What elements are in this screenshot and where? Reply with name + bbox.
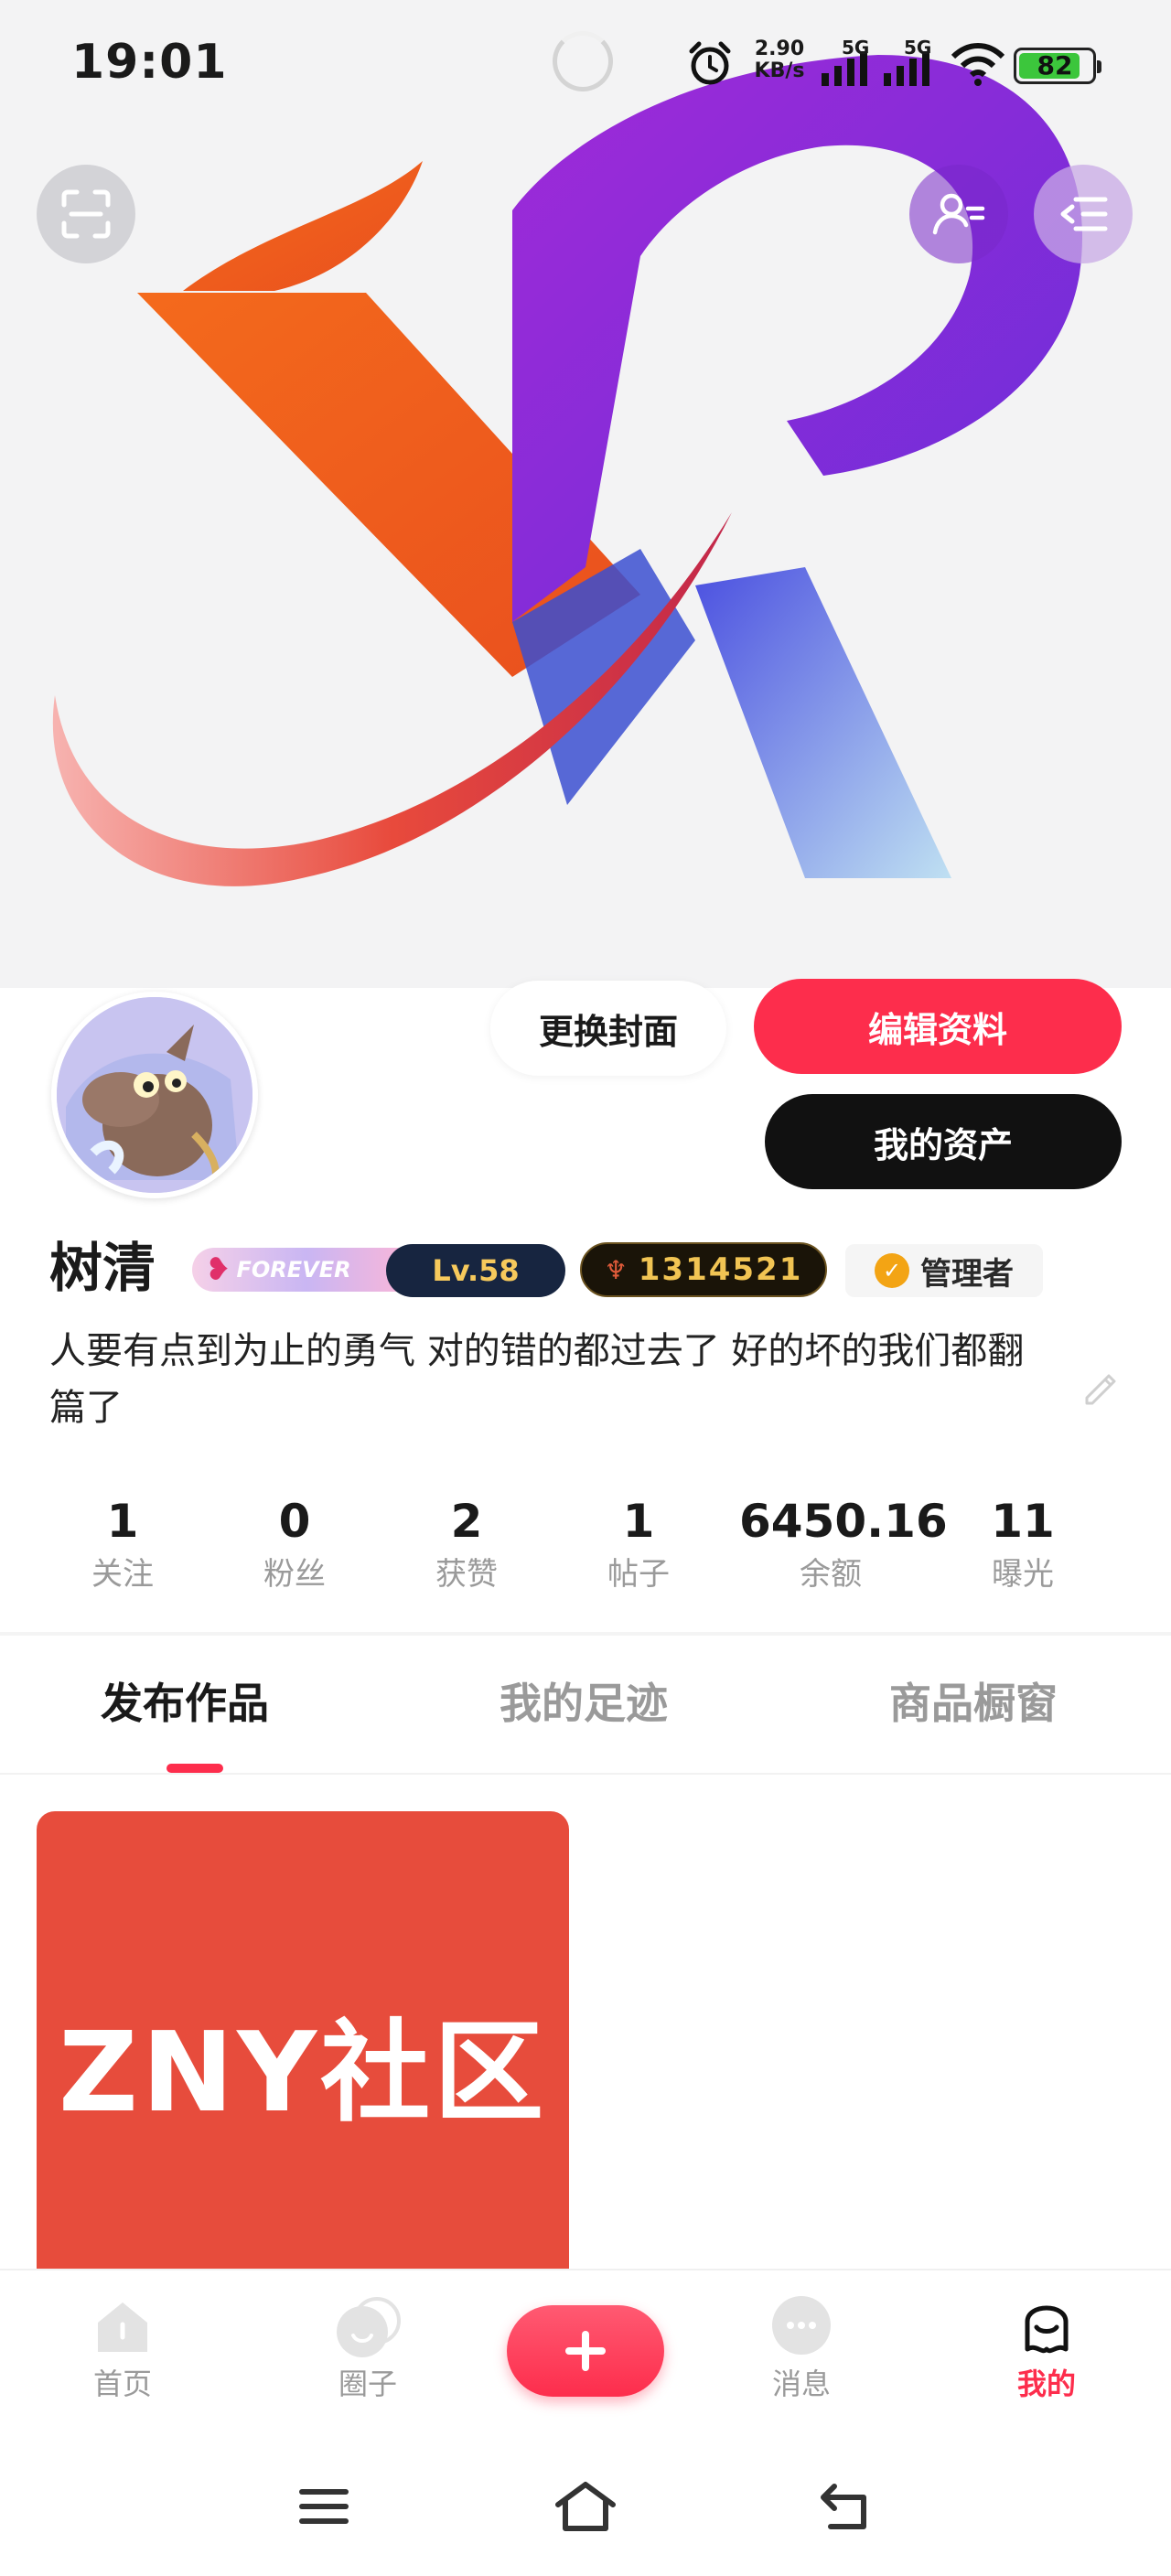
stat-value: 1 bbox=[622, 1495, 655, 1548]
post-card[interactable]: ZNY社区 bbox=[37, 1811, 569, 2287]
stat-value: 1 bbox=[106, 1495, 139, 1548]
stat-balance[interactable]: 6450.16 余额 bbox=[739, 1491, 948, 1597]
home-icon bbox=[98, 2302, 147, 2352]
profile-cover[interactable]: 19:01 2.90 KB/s 5G 5G 82 bbox=[0, 0, 1171, 988]
my-assets-button[interactable]: 我的资产 bbox=[765, 1094, 1122, 1189]
scan-icon bbox=[61, 189, 111, 239]
active-tab-indicator bbox=[167, 1764, 223, 1773]
create-post-button[interactable] bbox=[507, 2305, 664, 2397]
back-icon[interactable] bbox=[816, 2477, 875, 2536]
contacts-button[interactable] bbox=[909, 165, 1008, 263]
stat-value: 6450.16 bbox=[739, 1495, 948, 1548]
forever-badge-icon: ❥ bbox=[205, 1251, 231, 1288]
role-label: 管理者 bbox=[920, 1255, 1014, 1293]
stat-following[interactable]: 1 关注 bbox=[31, 1491, 214, 1597]
nav-profile[interactable]: 我的 bbox=[973, 2291, 1120, 2404]
edit-profile-button[interactable]: 编辑资料 bbox=[754, 979, 1122, 1074]
stat-exposure[interactable]: 11 曝光 bbox=[931, 1491, 1114, 1597]
stat-label: 余额 bbox=[800, 1556, 862, 1593]
edit-pencil-icon[interactable] bbox=[1081, 1367, 1122, 1407]
stat-label: 粉丝 bbox=[263, 1556, 326, 1593]
system-navigation-bar bbox=[0, 2444, 1171, 2576]
message-icon bbox=[772, 2296, 831, 2355]
scan-button[interactable] bbox=[37, 165, 135, 263]
forever-badge-label: FOREVER bbox=[236, 1257, 351, 1283]
cellular-signal-2: 5G bbox=[882, 37, 939, 91]
verified-shield-icon: ✓ bbox=[875, 1253, 909, 1288]
status-bar: 19:01 2.90 KB/s 5G 5G 82 bbox=[0, 0, 1171, 128]
stat-value: 0 bbox=[278, 1495, 311, 1548]
stat-label: 帖子 bbox=[607, 1556, 670, 1593]
dragon-icon: ♆ bbox=[604, 1254, 629, 1285]
change-cover-button[interactable]: 更换封面 bbox=[490, 981, 726, 1076]
circle-icon bbox=[337, 2297, 401, 2357]
network-speed: 2.90 KB/s bbox=[750, 38, 809, 82]
uid-badge[interactable]: ♆ 1314521 bbox=[580, 1242, 827, 1297]
contacts-icon bbox=[932, 193, 985, 235]
bottom-nav: 首页 圈子 消息 我的 bbox=[0, 2269, 1171, 2444]
stat-posts[interactable]: 1 帖子 bbox=[547, 1491, 730, 1597]
status-time: 19:01 bbox=[71, 35, 228, 90]
signal-1-label: 5G bbox=[842, 37, 870, 59]
nav-messages-label: 消息 bbox=[771, 2367, 831, 2401]
stat-label: 获赞 bbox=[435, 1556, 498, 1593]
profile-icon bbox=[1025, 2305, 1069, 2354]
stat-value: 11 bbox=[991, 1495, 1055, 1548]
nav-circle-label: 圈子 bbox=[338, 2367, 397, 2401]
home-nav-icon[interactable] bbox=[553, 2477, 618, 2536]
menu-icon bbox=[1060, 197, 1108, 231]
stat-likes[interactable]: 2 获赞 bbox=[375, 1491, 558, 1597]
stat-followers[interactable]: 0 粉丝 bbox=[203, 1491, 386, 1597]
username: 树清 bbox=[49, 1237, 156, 1299]
admin-badge[interactable]: ✓ 管理者 bbox=[845, 1244, 1043, 1297]
loading-spinner-icon bbox=[553, 31, 613, 91]
alarm-icon bbox=[689, 41, 731, 85]
nav-messages[interactable]: 消息 bbox=[728, 2291, 875, 2404]
recent-apps-icon[interactable] bbox=[295, 2477, 353, 2536]
stat-label: 关注 bbox=[91, 1556, 154, 1593]
battery-indicator: 82 bbox=[1014, 48, 1101, 84]
nav-home[interactable]: 首页 bbox=[49, 2291, 196, 2404]
stat-value: 2 bbox=[450, 1495, 483, 1548]
network-speed-unit: KB/s bbox=[754, 59, 805, 82]
avatar-dragon-image bbox=[57, 997, 252, 1193]
profile-tabs: 发布作品 我的足迹 商品橱窗 bbox=[0, 1636, 1171, 1775]
plus-icon bbox=[565, 2331, 606, 2371]
signal-2-label: 5G bbox=[904, 37, 932, 59]
xp-logo-icon bbox=[52, 55, 1083, 886]
tab-published-works[interactable]: 发布作品 bbox=[101, 1670, 269, 1731]
tab-my-footprints[interactable]: 我的足迹 bbox=[500, 1670, 668, 1731]
nav-home-label: 首页 bbox=[92, 2367, 152, 2401]
avatar[interactable] bbox=[51, 992, 258, 1198]
cellular-signal-1: 5G bbox=[820, 37, 876, 91]
nav-circle[interactable]: 圈子 bbox=[295, 2291, 441, 2404]
tab-product-showcase[interactable]: 商品橱窗 bbox=[889, 1670, 1058, 1731]
battery-level: 82 bbox=[1037, 50, 1073, 80]
menu-button[interactable] bbox=[1034, 165, 1133, 263]
nav-profile-label: 我的 bbox=[1016, 2367, 1076, 2401]
wifi-icon bbox=[951, 43, 1005, 86]
profile-bio[interactable]: 人要有点到为止的勇气 对的错的都过去了 好的坏的我们都翻篇了 bbox=[49, 1323, 1056, 1436]
profile-stats: 1 关注 0 粉丝 2 获赞 1 帖子 6450.16 余额 11 曝光 bbox=[0, 1491, 1171, 1619]
profile-name-row: 树清 ❥ FOREVER Lv.58 ♆ 1314521 ✓ 管理者 bbox=[49, 1231, 1147, 1304]
post-card-title: ZNY社区 bbox=[58, 2010, 548, 2137]
stat-label: 曝光 bbox=[992, 1556, 1054, 1593]
network-speed-value: 2.90 bbox=[754, 38, 805, 60]
uid-value: 1314521 bbox=[638, 1251, 803, 1288]
level-badge[interactable]: Lv.58 bbox=[386, 1244, 565, 1297]
